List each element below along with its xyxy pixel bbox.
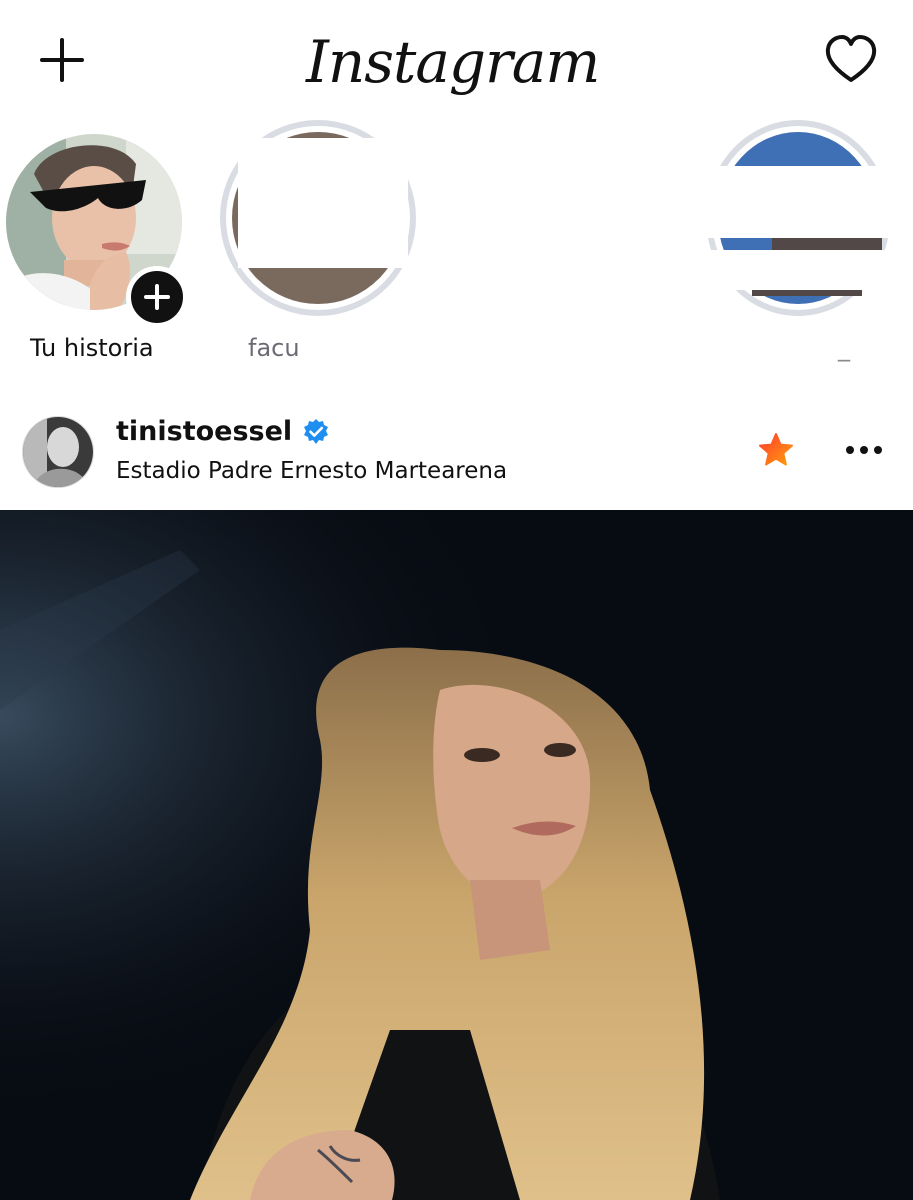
story-label-2: facu — [248, 334, 300, 362]
favorite-button[interactable] — [756, 430, 796, 470]
post-username[interactable]: tinistoessel — [116, 416, 292, 447]
stories-tray[interactable]: Tu historia facu _ — [0, 118, 913, 388]
top-bar: Instagram — [0, 0, 913, 118]
verified-badge-icon — [304, 418, 329, 444]
post-location[interactable]: Estadio Padre Ernesto Martearena — [116, 458, 507, 484]
story-own[interactable] — [6, 134, 188, 328]
story-label-3: _ — [838, 334, 850, 362]
redaction-2 — [238, 138, 408, 268]
star-icon — [759, 433, 793, 466]
post-header: tinistoessel Estadio Padre Ernesto Marte… — [0, 400, 913, 508]
redaction-3b — [700, 250, 900, 290]
more-horizontal-icon — [846, 446, 882, 454]
plus-icon — [40, 38, 84, 82]
post-photo[interactable] — [0, 510, 913, 1200]
post-photo-image — [0, 510, 913, 1200]
post-author-avatar-image — [23, 417, 93, 487]
redaction-3a — [700, 166, 900, 238]
post-author-avatar[interactable] — [22, 416, 94, 488]
activity-button[interactable] — [822, 32, 880, 86]
heart-outline-icon — [825, 35, 877, 82]
new-post-button[interactable] — [36, 34, 88, 86]
post-more-button[interactable] — [842, 430, 886, 470]
post-author-row: tinistoessel — [116, 416, 330, 447]
add-story-button[interactable] — [126, 266, 188, 328]
instagram-feed-screen: Instagram Tu historia facu _ tinistoesse… — [0, 0, 913, 1200]
add-story-plus-icon — [144, 284, 170, 310]
story-label-own: Tu historia — [30, 334, 154, 362]
instagram-logo[interactable]: Instagram — [306, 22, 600, 108]
